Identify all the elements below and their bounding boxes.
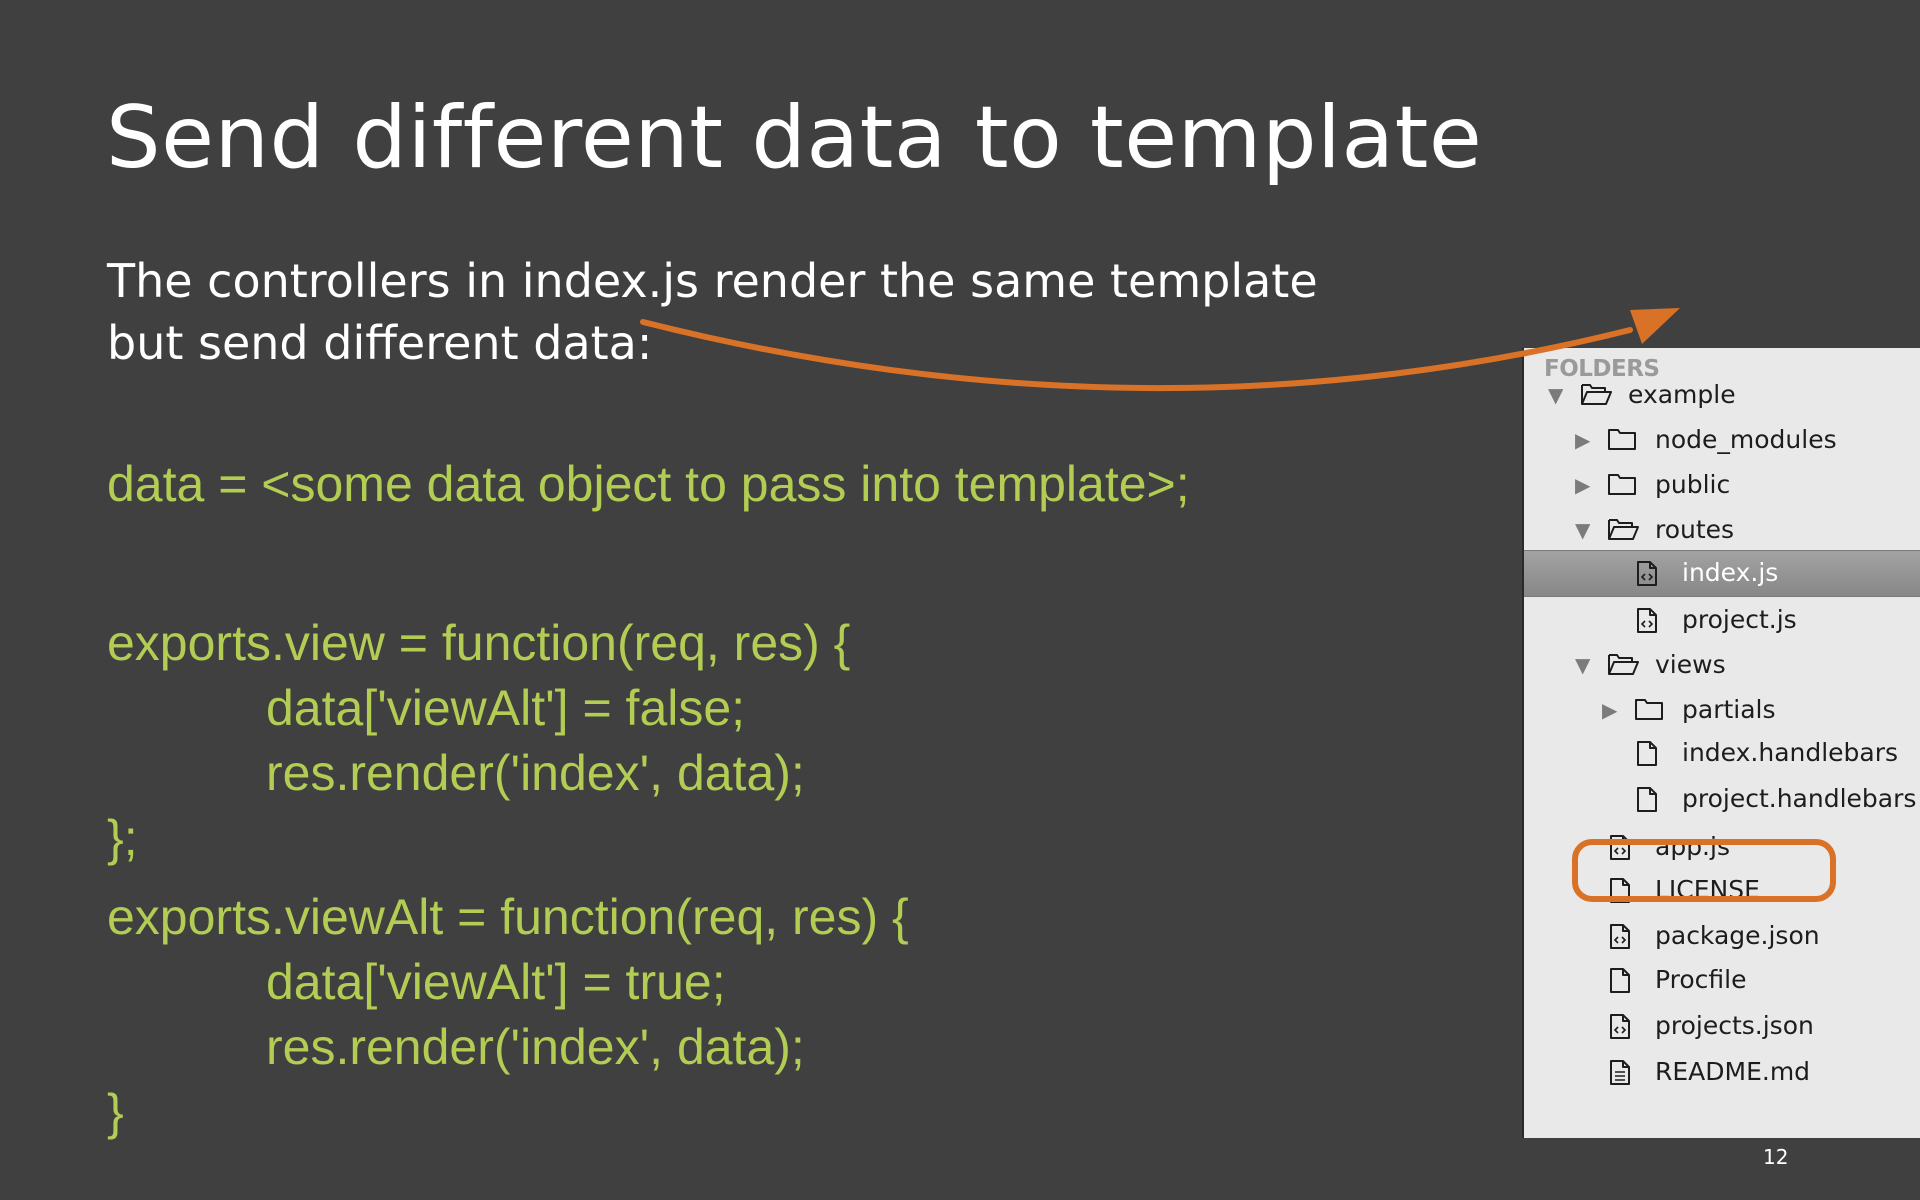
page-number: 12 xyxy=(1763,1145,1789,1169)
curved-arrow-icon xyxy=(640,308,1680,392)
